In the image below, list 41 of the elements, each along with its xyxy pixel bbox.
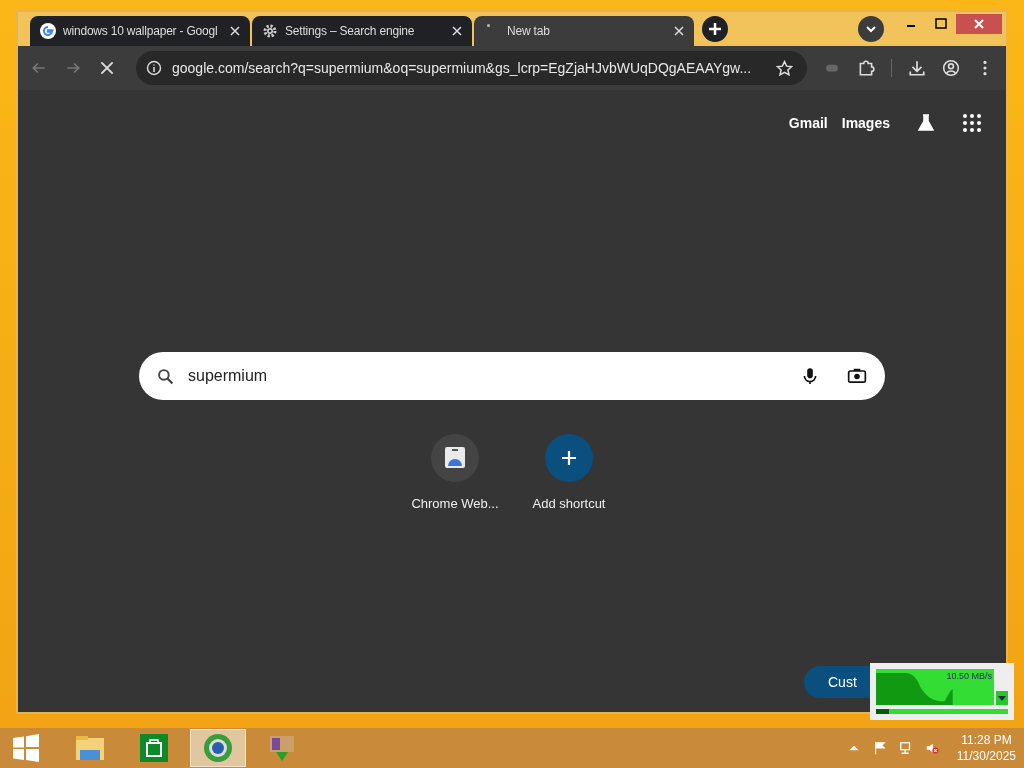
close-icon[interactable] <box>452 26 462 36</box>
taskbar-app[interactable] <box>190 729 246 767</box>
loading-icon <box>487 24 490 27</box>
stop-button[interactable] <box>98 59 116 77</box>
web-store-icon[interactable] <box>431 434 479 482</box>
browser-tab[interactable]: windows 10 wallpaper - Googl <box>30 16 250 46</box>
google-g-icon <box>40 23 56 39</box>
network-icon[interactable] <box>898 741 913 755</box>
star-icon[interactable] <box>776 59 793 77</box>
shortcut-label[interactable]: Chrome Web... <box>411 496 499 511</box>
globe-icon <box>202 732 234 764</box>
address-text: google.com/search?q=supermium&oq=supermium&gs_lcrp=EgZjaHJvbWUqDQgAEAAYgw... <box>172 60 753 76</box>
close-icon[interactable] <box>230 26 240 36</box>
puzzle-icon[interactable] <box>857 59 875 77</box>
flask-icon[interactable] <box>916 113 936 133</box>
profile-icon[interactable] <box>942 59 960 77</box>
add-shortcut-icon[interactable] <box>545 434 593 482</box>
top-link[interactable]: Gmail <box>788 115 828 131</box>
shopping-bag-icon <box>138 732 170 764</box>
apps-grid-icon[interactable] <box>962 113 982 133</box>
shortcut-label[interactable]: Add shortcut <box>532 496 606 511</box>
customize-button[interactable]: Cust <box>804 666 872 698</box>
camera-icon[interactable] <box>847 367 867 385</box>
start-button[interactable] <box>12 734 40 762</box>
microphone-icon[interactable] <box>801 366 819 386</box>
close-icon[interactable] <box>674 26 684 36</box>
address-bar[interactable]: google.com/search?q=supermium&oq=supermium&gs_lcrp=EgZjaHJvbWUqDQgAEAAYgw... <box>136 51 807 85</box>
browser-tab[interactable]: Settings – Search engine <box>252 16 472 46</box>
tab-search-button[interactable] <box>858 16 884 42</box>
search-field[interactable]: supermium <box>139 352 885 400</box>
flag-icon[interactable] <box>872 741 887 755</box>
speed-reading: 10.50 MB/s <box>946 671 992 681</box>
info-icon <box>146 60 162 76</box>
download-icon[interactable] <box>908 59 926 77</box>
close-window-button[interactable] <box>956 14 1002 34</box>
top-link[interactable]: Images <box>841 115 890 131</box>
search-icon <box>157 367 174 385</box>
new-tab-button[interactable] <box>702 16 728 42</box>
browser-tab[interactable]: New tab <box>474 16 694 46</box>
muted-speaker-icon[interactable] <box>924 741 939 755</box>
gear-icon <box>262 23 278 39</box>
